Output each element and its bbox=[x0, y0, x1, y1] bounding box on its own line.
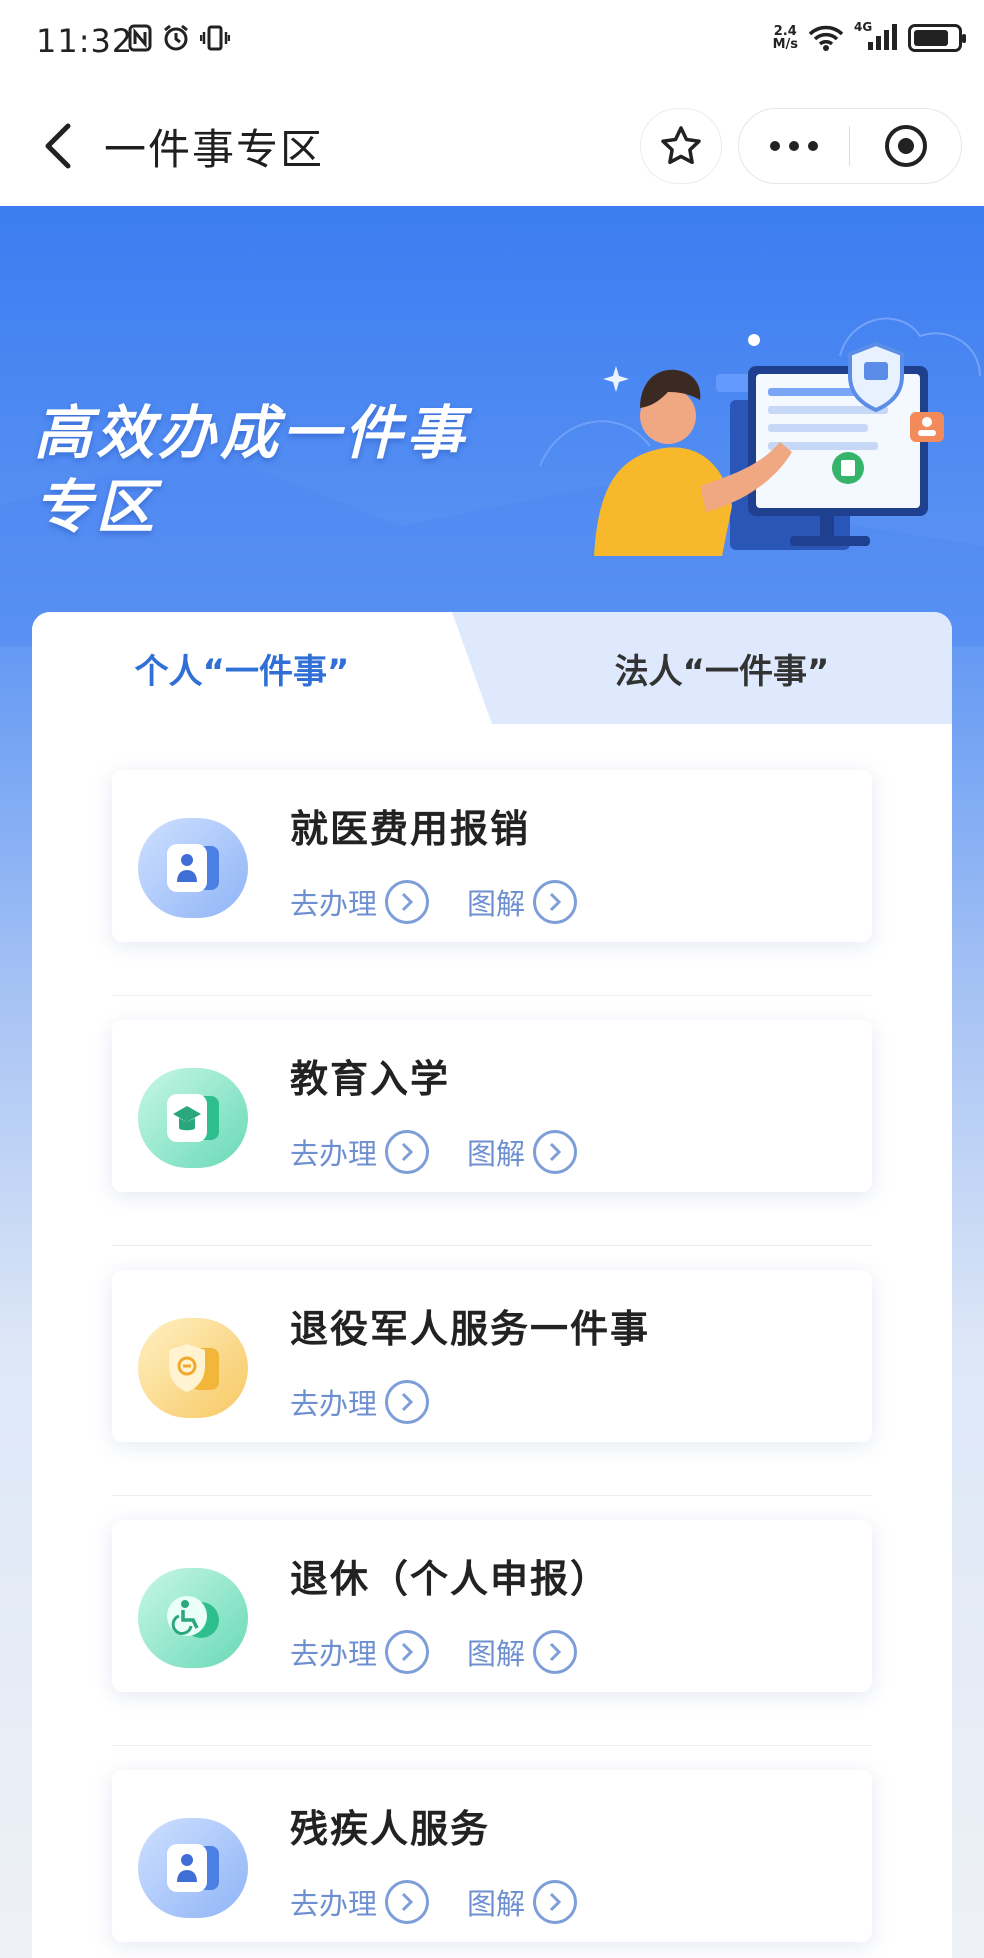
page-title: 一件事专区 bbox=[104, 125, 325, 174]
wheelchair-icon bbox=[138, 1568, 248, 1668]
chevron-right-icon bbox=[385, 1130, 430, 1174]
chevron-right-icon bbox=[533, 1130, 578, 1174]
chevron-right-icon bbox=[385, 1630, 430, 1674]
chevron-right-icon bbox=[533, 1880, 578, 1924]
more-dots-icon bbox=[770, 141, 780, 151]
item-divider bbox=[112, 1745, 872, 1746]
go-handle-link[interactable]: 去办理 bbox=[290, 1880, 430, 1924]
banner-illustration bbox=[594, 341, 944, 556]
net-speed: 2.4 M/s bbox=[773, 25, 798, 51]
graduation-cap-icon bbox=[138, 1068, 248, 1168]
item-title: 退休（个人申报） bbox=[290, 1557, 611, 1601]
go-handle-label: 去办理 bbox=[290, 1637, 378, 1671]
item-actions: 去办理 图解 bbox=[290, 880, 578, 924]
tab-legal[interactable]: 法人“一件事” bbox=[492, 612, 952, 724]
back-button[interactable] bbox=[28, 114, 88, 178]
status-time: 11:32 bbox=[36, 22, 134, 60]
target-circle-icon bbox=[884, 125, 927, 167]
favorite-button[interactable] bbox=[640, 108, 722, 184]
chevron-right-icon bbox=[533, 880, 578, 924]
diagram-label: 图解 bbox=[467, 1637, 526, 1671]
item-title: 残疾人服务 bbox=[290, 1807, 491, 1851]
go-handle-label: 去办理 bbox=[290, 1387, 378, 1421]
disability-person-icon bbox=[138, 1818, 248, 1918]
status-right-icons: 2.4 M/s 4G bbox=[773, 20, 966, 52]
go-handle-label: 去办理 bbox=[290, 1887, 378, 1921]
chevron-right-icon bbox=[533, 1630, 578, 1674]
banner-title: 高效办成一件事 专区 bbox=[34, 396, 468, 544]
chevron-right-icon bbox=[385, 1880, 430, 1924]
banner-title-line1: 高效办成一件事 bbox=[34, 399, 469, 467]
go-handle-label: 去办理 bbox=[290, 1137, 378, 1171]
item-title: 退役军人服务一件事 bbox=[290, 1307, 651, 1351]
list-item[interactable]: 教育入学 去办理 图解 bbox=[112, 1020, 872, 1192]
close-miniapp-button[interactable] bbox=[850, 108, 961, 184]
miniapp-capsule bbox=[738, 108, 962, 184]
wifi-icon bbox=[808, 25, 844, 51]
diagram-link[interactable]: 图解 bbox=[467, 1630, 578, 1674]
services-card: 个人“一件事” 法人“一件事” 就医费用报销 去办理 图解 教育入学 去办理 图… bbox=[32, 612, 952, 1958]
item-actions: 去办理 图解 bbox=[290, 1130, 578, 1174]
back-arrow-icon bbox=[45, 123, 71, 169]
more-button[interactable] bbox=[739, 108, 849, 184]
item-title: 就医费用报销 bbox=[290, 807, 531, 851]
go-handle-link[interactable]: 去办理 bbox=[290, 1630, 430, 1674]
network-type: 4G bbox=[854, 20, 873, 34]
chevron-right-icon bbox=[385, 880, 430, 924]
battery-icon bbox=[908, 24, 966, 52]
list-item[interactable]: 残疾人服务 去办理 图解 bbox=[112, 1770, 872, 1942]
diagram-label: 图解 bbox=[467, 1887, 526, 1921]
item-divider bbox=[112, 1245, 872, 1246]
status-bar: 11:32 2.4 M/s 4G bbox=[0, 0, 984, 86]
diagram-link[interactable]: 图解 bbox=[467, 1880, 578, 1924]
diagram-label: 图解 bbox=[467, 1137, 526, 1171]
veteran-shield-icon bbox=[138, 1318, 248, 1418]
item-divider bbox=[112, 995, 872, 996]
star-icon bbox=[661, 126, 701, 165]
item-divider bbox=[112, 1495, 872, 1496]
tab-bar: 个人“一件事” 法人“一件事” bbox=[32, 612, 952, 724]
go-handle-label: 去办理 bbox=[290, 887, 378, 921]
item-actions: 去办理 bbox=[290, 1380, 430, 1424]
banner: 高效办成一件事 专区 bbox=[0, 206, 984, 646]
vibrate-icon bbox=[200, 25, 230, 51]
banner-title-line2: 专区 bbox=[34, 473, 159, 541]
item-actions: 去办理 图解 bbox=[290, 1630, 578, 1674]
page: 11:32 2.4 M/s 4G 一件事专区 高效办成一件事 专区 个人“一件事… bbox=[0, 0, 984, 1958]
medical-person-icon bbox=[138, 818, 248, 918]
item-actions: 去办理 图解 bbox=[290, 1880, 578, 1924]
nav-bar: 一件事专区 bbox=[0, 86, 984, 206]
chevron-right-icon bbox=[385, 1380, 430, 1424]
list-item[interactable]: 退休（个人申报） 去办理 图解 bbox=[112, 1520, 872, 1692]
item-title: 教育入学 bbox=[290, 1057, 451, 1101]
signal-icon: 4G bbox=[854, 20, 898, 52]
diagram-link[interactable]: 图解 bbox=[467, 1130, 578, 1174]
go-handle-link[interactable]: 去办理 bbox=[290, 1130, 430, 1174]
nfc-icon bbox=[128, 24, 152, 52]
tab-personal[interactable]: 个人“一件事” bbox=[32, 612, 452, 724]
list-item[interactable]: 退役军人服务一件事 去办理 bbox=[112, 1270, 872, 1442]
status-left-icons bbox=[128, 24, 230, 52]
go-handle-link[interactable]: 去办理 bbox=[290, 880, 430, 924]
alarm-icon bbox=[164, 24, 188, 51]
net-speed-unit: M/s bbox=[772, 37, 798, 52]
diagram-label: 图解 bbox=[467, 887, 526, 921]
diagram-link[interactable]: 图解 bbox=[467, 880, 578, 924]
go-handle-link[interactable]: 去办理 bbox=[290, 1380, 430, 1424]
list-item[interactable]: 就医费用报销 去办理 图解 bbox=[112, 770, 872, 942]
